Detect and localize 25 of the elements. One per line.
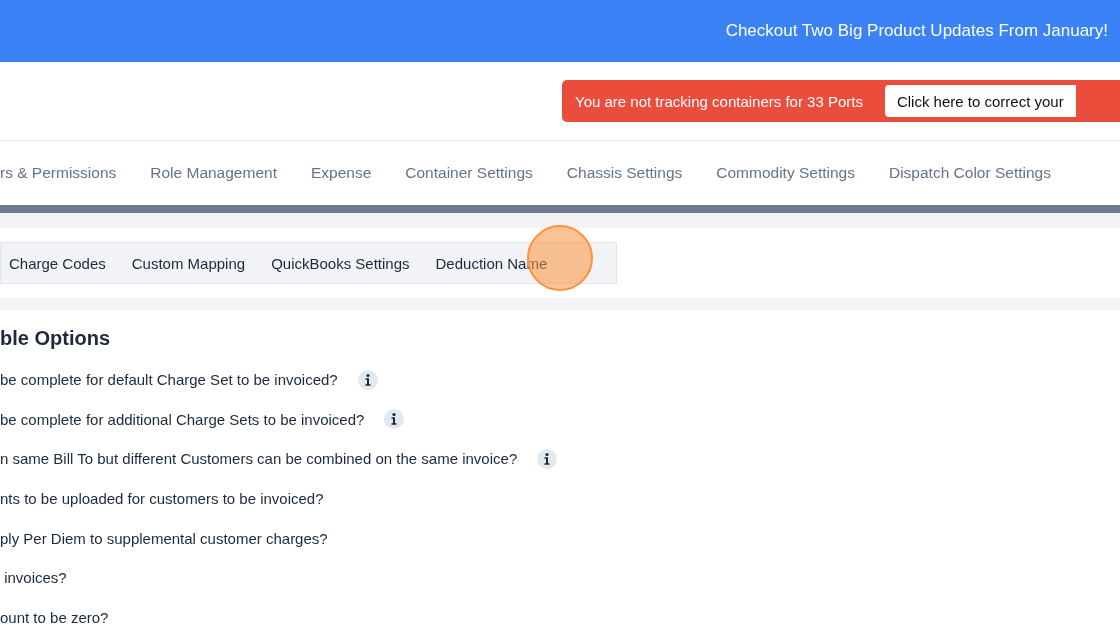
settings-tab[interactable]: Chassis Settings	[566, 164, 683, 182]
settings-tab[interactable]: Container Settings	[405, 164, 533, 182]
settings-tab[interactable]: Role Management	[150, 164, 277, 182]
option-label: be complete for additional Charge Sets to be invoiced?	[0, 410, 365, 428]
info-icon[interactable]	[537, 449, 558, 469]
option-label: be complete for default Charge Set to be invoiced?	[0, 371, 338, 389]
settings-tab[interactable]: rs & Permissions	[0, 164, 117, 182]
option-label: invoices?	[3, 569, 67, 587]
subtab[interactable]: QuickBooks Settings	[271, 254, 410, 272]
settings-tab[interactable]: Commodity Settings	[716, 164, 855, 182]
option-label: nts to be uploaded for customers to be invoiced?	[0, 490, 324, 508]
settings-tab[interactable]: Expense	[310, 164, 372, 182]
option-label: ount to be zero?	[0, 608, 109, 625]
alert-message: You are not tracking containers for 33 Ports	[575, 92, 863, 110]
section-title: ble Options	[0, 327, 111, 350]
subtab[interactable]: Deduction Name	[435, 254, 548, 272]
info-icon[interactable]	[384, 409, 405, 430]
settings-tab[interactable]: Dispatch Color Settings	[888, 164, 1051, 182]
subtab[interactable]: Custom Mapping	[131, 254, 246, 272]
option-label: ply Per Diem to supplemental customer charges?	[0, 529, 328, 547]
announcement-link[interactable]: Checkout Two Big Product Updates From January!	[725, 21, 1108, 41]
correct-button[interactable]: Click here to correct your	[884, 85, 1076, 117]
subtab[interactable]: Charge Codes	[9, 254, 106, 272]
option-label: n same Bill To but different Customers can be combined on the same invoice?	[0, 450, 518, 468]
info-icon[interactable]	[357, 369, 378, 390]
